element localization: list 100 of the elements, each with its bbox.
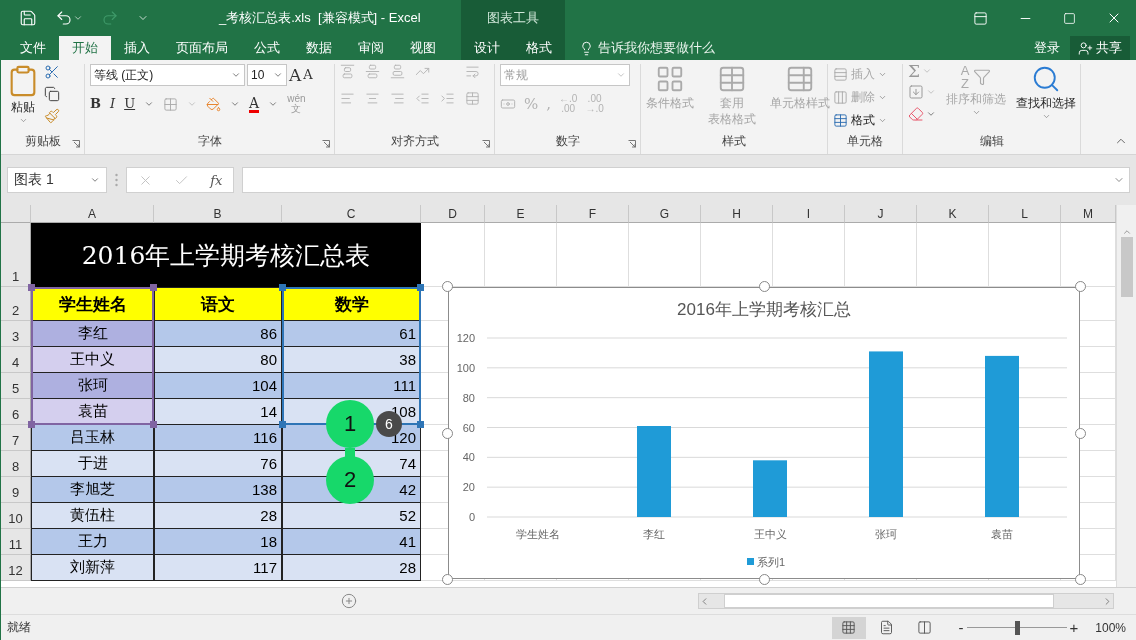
range-outline[interactable]: [28, 284, 157, 428]
shrink-font-button[interactable]: A: [303, 68, 313, 82]
row-header[interactable]: 11: [1, 529, 31, 555]
grow-font-button[interactable]: A: [289, 68, 302, 82]
align-right-icon[interactable]: [390, 91, 405, 106]
fill-color-icon[interactable]: [206, 96, 222, 112]
row-header[interactable]: 1: [1, 223, 31, 287]
column-header[interactable]: G: [629, 205, 701, 223]
underline-button[interactable]: U: [124, 97, 136, 111]
row-header[interactable]: 5: [1, 373, 31, 399]
ribbon-tab[interactable]: 审阅: [345, 36, 397, 60]
column-header[interactable]: C: [282, 205, 421, 223]
column-header[interactable]: F: [557, 205, 629, 223]
font-color-button[interactable]: A: [249, 95, 260, 113]
font-name-field[interactable]: 等线 (正文): [90, 64, 245, 86]
ribbon-tab[interactable]: 开始: [59, 36, 111, 60]
font-size-field[interactable]: 10: [247, 64, 287, 86]
eraser-icon[interactable]: [908, 106, 924, 122]
view-icon[interactable]: [917, 620, 933, 635]
ribbon-tab[interactable]: 公式: [241, 36, 293, 60]
column-header[interactable]: B: [154, 205, 282, 223]
copy-icon[interactable]: [44, 86, 60, 102]
search-icon[interactable]: [1031, 64, 1061, 94]
dialog-launcher-icon[interactable]: [72, 140, 80, 148]
column-header[interactable]: I: [773, 205, 845, 223]
zoom-thumb[interactable]: [1014, 620, 1020, 635]
column-header[interactable]: A: [31, 205, 154, 223]
insert-function-button[interactable]: fx: [210, 172, 223, 188]
sign-in-link[interactable]: 登录: [1034, 39, 1060, 57]
bold-button[interactable]: B: [90, 97, 101, 111]
lightbulb-icon[interactable]: [579, 40, 594, 56]
cut-icon[interactable]: [44, 64, 60, 80]
view-icon[interactable]: [879, 620, 895, 635]
ribbon-tab[interactable]: 插入: [111, 36, 163, 60]
dialog-launcher-icon[interactable]: [322, 140, 330, 148]
view-button[interactable]: [831, 616, 866, 639]
resize-handle[interactable]: [758, 281, 770, 292]
currency-icon[interactable]: [500, 96, 516, 112]
save-icon[interactable]: [19, 9, 37, 27]
ribbon-tab[interactable]: 视图: [397, 36, 449, 60]
paste-button[interactable]: 粘贴: [6, 64, 40, 125]
scroll-up-icon[interactable]: [1121, 227, 1132, 237]
row-header[interactable]: 4: [1, 347, 31, 373]
fill-icon[interactable]: [908, 84, 924, 100]
row-header[interactable]: 7: [1, 425, 31, 451]
table-grid-icon[interactable]: [833, 113, 848, 128]
ribbon-tab[interactable]: 数据: [293, 36, 345, 60]
row-header[interactable]: 6: [1, 399, 31, 425]
scrollbar-thumb[interactable]: [724, 594, 1054, 608]
select-all-corner[interactable]: [1, 205, 31, 223]
editing-button[interactable]: 查找和选择: [1016, 64, 1076, 121]
align-left-icon[interactable]: [340, 91, 355, 106]
redo-icon[interactable]: [101, 9, 119, 27]
zoom-in-button[interactable]: +: [1066, 619, 1082, 636]
align-center-icon[interactable]: [365, 91, 380, 106]
ribbon-tab[interactable]: 格式: [513, 36, 565, 60]
row-header[interactable]: 12: [1, 555, 31, 581]
borders-icon[interactable]: [163, 96, 179, 112]
resize-handle[interactable]: [1075, 427, 1086, 439]
row-header[interactable]: 8: [1, 451, 31, 477]
tell-me-search[interactable]: 告诉我你想要做什么: [579, 39, 715, 57]
format-painter-icon[interactable]: [44, 108, 60, 124]
decrease-indent-icon[interactable]: [415, 91, 430, 106]
resize-handle[interactable]: [442, 574, 453, 585]
ribbon-tab[interactable]: 页面布局: [163, 36, 241, 60]
column-header[interactable]: D: [421, 205, 485, 223]
increase-indent-icon[interactable]: [440, 91, 455, 106]
row-header[interactable]: 9: [1, 477, 31, 503]
resize-handle[interactable]: [1075, 574, 1086, 585]
add-sheet-icon[interactable]: [341, 593, 357, 609]
wrap-text-icon[interactable]: [465, 64, 480, 79]
middle-align-icon[interactable]: [365, 64, 380, 79]
column-header[interactable]: M: [1061, 205, 1116, 223]
bottom-align-icon[interactable]: [390, 64, 405, 79]
column-header[interactable]: L: [989, 205, 1061, 223]
column-header[interactable]: H: [701, 205, 773, 223]
zoom-out-button[interactable]: -: [955, 619, 967, 636]
resize-handle[interactable]: [1075, 281, 1086, 292]
dialog-launcher-icon[interactable]: [628, 140, 636, 148]
italic-button[interactable]: I: [110, 97, 116, 111]
ribbon-tab[interactable]: 设计: [461, 36, 513, 60]
scrollbar-thumb[interactable]: [1120, 237, 1133, 297]
column-header[interactable]: E: [485, 205, 557, 223]
dialog-launcher-icon[interactable]: [482, 140, 490, 148]
resize-handle[interactable]: [442, 427, 453, 439]
person-plus-icon[interactable]: [1078, 40, 1093, 56]
maximize-icon[interactable]: [1063, 11, 1076, 25]
row-header[interactable]: 2: [1, 287, 31, 321]
column-header[interactable]: J: [845, 205, 917, 223]
cells-button[interactable]: 格式: [833, 110, 887, 131]
formula-input[interactable]: [242, 167, 1130, 193]
name-box[interactable]: 图表 1: [7, 167, 107, 193]
row-header[interactable]: 10: [1, 503, 31, 529]
view-icon[interactable]: [841, 620, 857, 635]
resize-handle[interactable]: [758, 574, 770, 585]
row-header[interactable]: 3: [1, 321, 31, 347]
merge-cells-icon[interactable]: [465, 91, 480, 106]
undo-icon[interactable]: [55, 9, 73, 27]
resize-handle[interactable]: [442, 281, 453, 292]
ribbon-tab[interactable]: 文件: [7, 36, 59, 60]
